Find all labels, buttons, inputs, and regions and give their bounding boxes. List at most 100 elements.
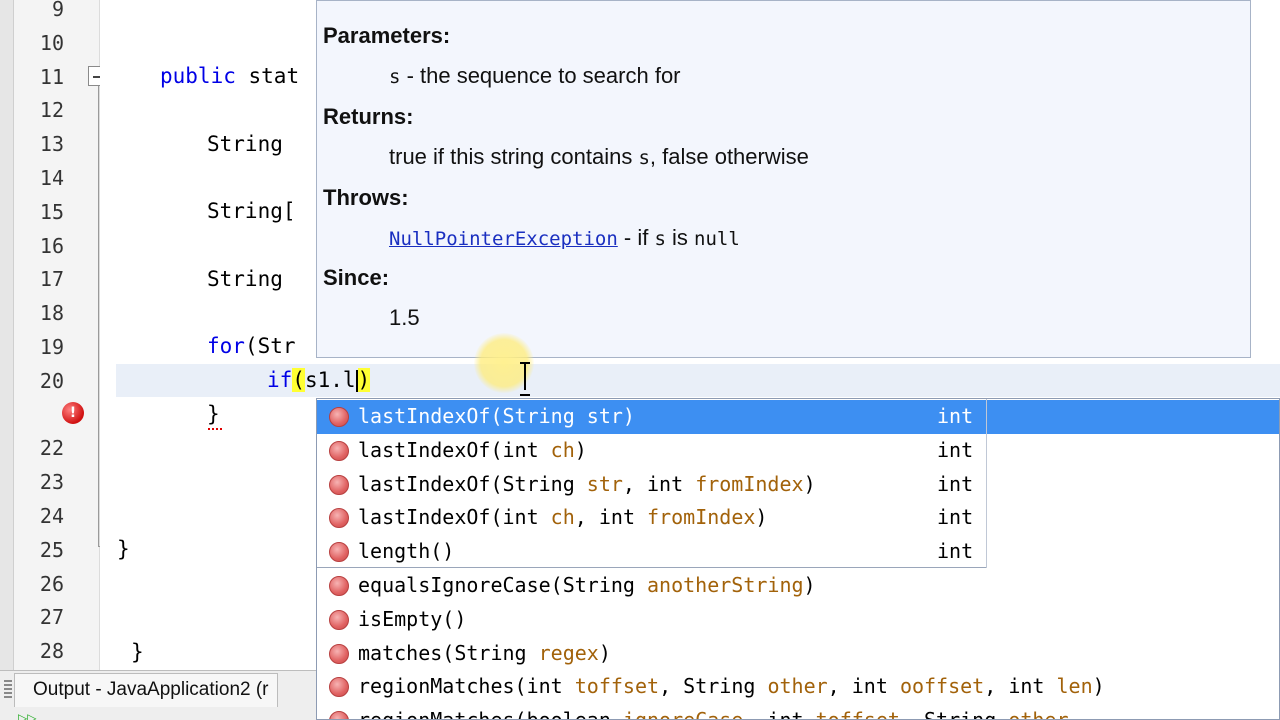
method-signature: length() xyxy=(358,535,454,569)
completion-item[interactable]: lastIndexOf(String str, int fromIndex) in… xyxy=(317,468,987,502)
param-type: int xyxy=(502,505,539,530)
param-type: String xyxy=(454,640,527,665)
param-name: ooffset xyxy=(899,674,985,699)
completion-item[interactable]: matches(String regex) xyxy=(317,637,1279,671)
line-number: 24 xyxy=(39,504,64,528)
line-number: 23 xyxy=(39,470,64,495)
throws-text: - if xyxy=(617,225,655,250)
code-line-13: String xyxy=(207,132,296,156)
method-name: regionMatches xyxy=(358,708,515,719)
method-name: lastIndexOf xyxy=(358,437,491,462)
completion-item[interactable]: regionMatches(boolean ignoreCase, int to… xyxy=(317,704,1279,719)
method-signature: regionMatches(int toffset, String other,… xyxy=(358,674,1105,699)
line-number: 27 xyxy=(39,605,64,630)
bracket-match-open: ( xyxy=(292,368,305,392)
code-line-20[interactable]: if(s1.l) xyxy=(267,364,371,397)
code-completion-popup[interactable]: lastIndexOf(String str) int lastIndexOf(in… xyxy=(316,398,1280,720)
completion-item[interactable]: lastIndexOf(int ch, int fromIndex) int xyxy=(317,501,987,535)
param-type: int xyxy=(526,674,563,699)
method-icon xyxy=(329,508,349,529)
error-underline xyxy=(208,426,222,430)
line-number: 16 xyxy=(39,233,64,258)
javadoc-parameters-heading: Parameters: xyxy=(323,23,451,48)
completion-item[interactable]: lastIndexOf(String str) int xyxy=(317,400,1279,434)
keyword-public: public xyxy=(160,64,236,88)
method-name: matches xyxy=(358,640,443,665)
param-name: ch xyxy=(550,437,575,462)
param-name: str xyxy=(586,471,623,496)
drag-grip-icon[interactable] xyxy=(4,680,12,698)
param-name: toffset xyxy=(816,708,900,719)
line-number: 17 xyxy=(39,267,64,292)
method-signature: isEmpty() xyxy=(358,603,466,637)
method-icon xyxy=(329,474,349,495)
javadoc-throws-line: NullPointerException - if s is null xyxy=(389,225,740,251)
error-icon[interactable]: ! xyxy=(62,402,84,424)
paren-open: ( xyxy=(490,505,503,530)
paren-open: ( xyxy=(490,404,503,428)
completion-item[interactable]: length() int xyxy=(317,535,987,569)
keyword-for: for xyxy=(207,334,245,358)
paren-close: ) xyxy=(598,640,611,665)
fold-guide-line xyxy=(98,86,99,546)
completion-item[interactable]: isEmpty() xyxy=(317,603,1279,637)
param-name: ignoreCase xyxy=(623,708,743,719)
code-expression: s1.l xyxy=(304,368,356,392)
completion-item[interactable]: lastIndexOf(int ch) int xyxy=(317,434,987,468)
paren-close: ) xyxy=(1092,674,1105,699)
line-number: 11 xyxy=(39,64,64,89)
param-name: regex xyxy=(538,640,599,665)
run-icon[interactable]: ▷▷ xyxy=(18,711,36,720)
javadoc-parameter-line: s - the sequence to search for xyxy=(389,63,681,89)
line-number: 9 xyxy=(51,0,64,21)
param-name: str xyxy=(586,404,623,428)
throws-code: s xyxy=(654,228,666,250)
param-type: int xyxy=(647,471,684,496)
param-type: String xyxy=(562,573,635,597)
throws-text-is: is xyxy=(665,225,695,250)
param-name: anotherString xyxy=(647,573,804,597)
method-name: isEmpty xyxy=(358,606,443,631)
line-number: 18 xyxy=(39,301,64,326)
method-icon xyxy=(329,711,349,719)
param-type: boolean xyxy=(527,708,611,719)
return-type: int xyxy=(937,404,974,428)
line-number: 12 xyxy=(39,98,64,123)
code-line-17: String xyxy=(207,267,296,291)
param-name: len xyxy=(1056,674,1093,699)
method-icon xyxy=(329,576,349,596)
paren-open: ( xyxy=(515,708,527,719)
return-type: int xyxy=(937,471,974,496)
nullpointerexception-link[interactable]: NullPointerException xyxy=(389,228,618,250)
method-name: regionMatches xyxy=(358,674,515,699)
left-side-strip xyxy=(0,0,14,670)
code-line-28: } xyxy=(131,640,144,664)
param-name: other xyxy=(1008,708,1068,719)
returns-text-end: , false otherwise xyxy=(649,144,809,169)
ibeam-cursor-icon xyxy=(520,362,530,396)
param-type: int xyxy=(1008,674,1045,699)
output-tab[interactable]: Output - JavaApplication2 (r xyxy=(14,673,278,707)
method-signature: regionMatches(boolean ignoreCase, int to… xyxy=(358,704,1069,719)
param-name: s xyxy=(389,66,401,88)
paren-close: ) xyxy=(803,471,816,496)
completion-item[interactable]: equalsIgnoreCase(String anotherString) xyxy=(317,569,1279,603)
paren-close: ) xyxy=(574,437,587,462)
smart-items-edge xyxy=(986,399,987,568)
method-icon xyxy=(329,407,349,427)
method-icon xyxy=(329,677,349,698)
method-name: equalsIgnoreCase xyxy=(358,573,551,597)
paren-open: ( xyxy=(442,640,455,665)
method-name: lastIndexOf xyxy=(358,404,491,428)
param-name: fromIndex xyxy=(647,505,756,530)
method-icon xyxy=(329,542,349,563)
completion-item[interactable]: regionMatches(int toffset, String other,… xyxy=(317,670,1279,704)
method-signature: lastIndexOf(String str) xyxy=(358,400,635,434)
param-type: int xyxy=(502,437,539,462)
throws-code-null: null xyxy=(694,228,740,250)
method-signature: lastIndexOf(String str, int fromIndex) xyxy=(358,471,816,496)
code-line-19: for(Str xyxy=(207,330,296,363)
javadoc-returns-line: true if this string contains s, false ot… xyxy=(389,144,809,170)
javadoc-throws-heading: Throws: xyxy=(323,185,409,210)
code-line-15: String[ xyxy=(207,199,296,223)
